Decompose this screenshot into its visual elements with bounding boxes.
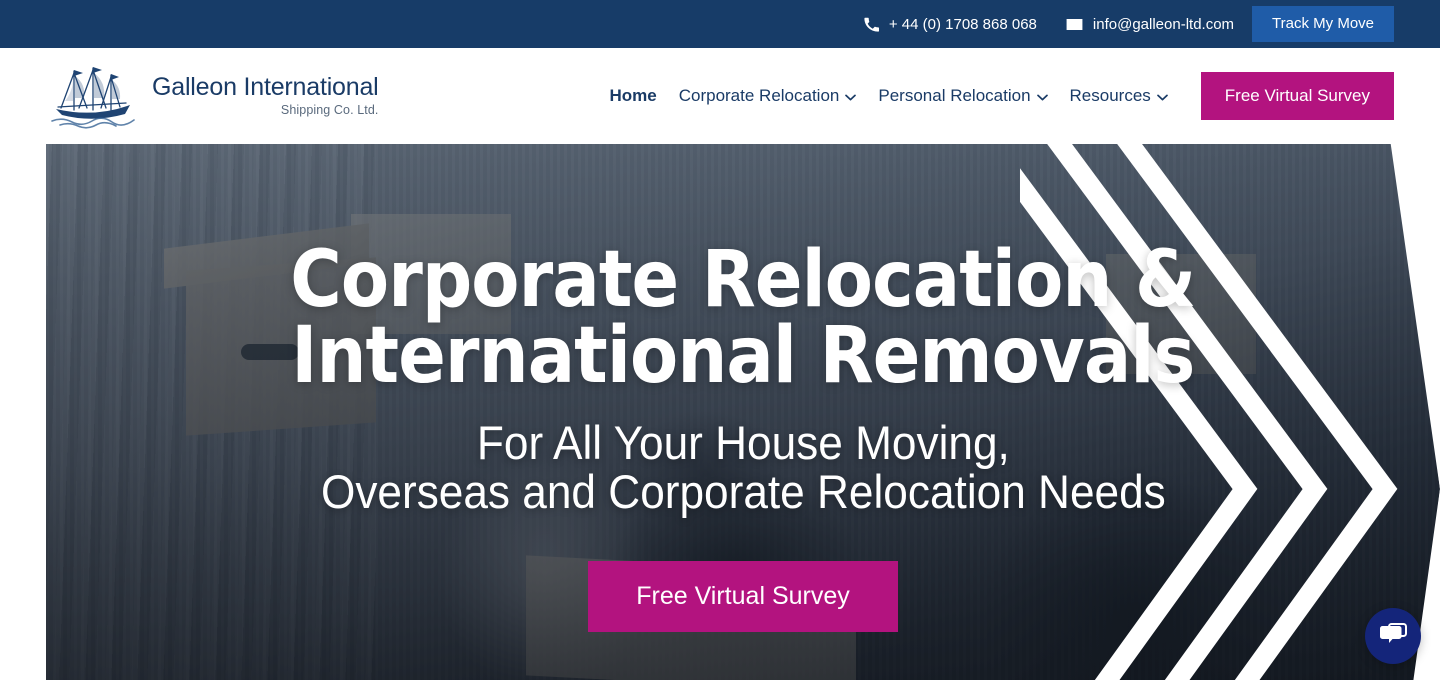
site-logo[interactable]: Galleon International Shipping Co. Ltd. [46,63,379,129]
hero-subtitle-line-2: Overseas and Corporate Relocation Needs [320,464,1166,518]
hero-content: Corporate Relocation & International Rem… [46,144,1440,680]
chevron-down-icon [1156,94,1168,101]
chat-widget-button[interactable] [1365,608,1421,664]
hero-free-virtual-survey-button[interactable]: Free Virtual Survey [588,560,898,633]
nav-label-home: Home [609,86,657,105]
main-navigation: Home Corporate Relocation Personal Reloc… [598,71,1394,121]
nav-item-home[interactable]: Home [598,86,667,106]
phone-number: + 44 (0) 1708 868 068 [888,15,1037,33]
top-utility-bar: + 44 (0) 1708 868 068 info@galleon-ltd.c… [0,0,1440,48]
chevron-down-icon [1036,94,1048,101]
hero-title-line-2: International Removals [291,311,1195,402]
logo-subtitle: Shipping Co. Ltd. [280,103,379,118]
hero-banner: Corporate Relocation & International Rem… [46,144,1440,680]
chevron-down-icon [845,94,857,101]
hero-title: Corporate Relocation & International Rem… [290,241,1196,395]
nav-label-personal-relocation: Personal Relocation [878,86,1031,105]
envelope-icon [1065,15,1084,34]
phone-icon [863,16,880,33]
nav-label-resources: Resources [1069,86,1151,105]
nav-item-personal-relocation[interactable]: Personal Relocation [867,86,1058,106]
email-address: info@galleon-ltd.com [1092,15,1235,33]
track-my-move-button[interactable]: Track My Move [1252,6,1394,42]
hero-subtitle-line-1: For All Your House Moving, [476,415,1010,469]
email-link[interactable]: info@galleon-ltd.com [1065,15,1234,34]
nav-item-resources[interactable]: Resources [1059,86,1179,106]
logo-title: Galleon International [152,73,379,102]
phone-link[interactable]: + 44 (0) 1708 868 068 [863,16,1037,33]
nav-item-corporate-relocation[interactable]: Corporate Relocation [668,86,868,106]
nav-label-corporate-relocation: Corporate Relocation [678,86,840,105]
header-free-virtual-survey-button[interactable]: Free Virtual Survey [1200,71,1394,121]
hero-subtitle: For All Your House Moving, Overseas and … [320,415,1166,518]
site-header: Galleon International Shipping Co. Ltd. … [0,48,1440,144]
galleon-ship-icon [46,63,142,129]
chat-bubbles-icon [1378,621,1408,652]
